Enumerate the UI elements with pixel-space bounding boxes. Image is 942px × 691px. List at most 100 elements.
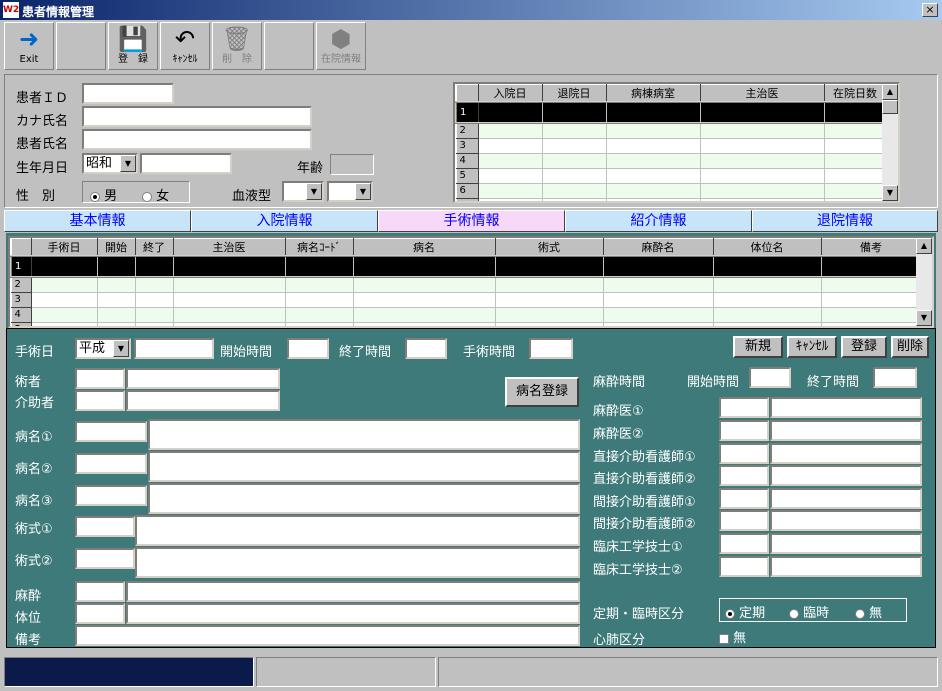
assistant-code-input[interactable] (75, 390, 125, 411)
anesthesia-name-input[interactable] (126, 581, 580, 602)
schedule-none-radio[interactable]: 無 (855, 602, 882, 621)
anesthesia-end-input[interactable] (873, 367, 917, 388)
blood-abo-select[interactable]: ▼ (282, 181, 324, 202)
surg-col-header[interactable]: 病名ｺｰﾄﾞ (284, 238, 354, 257)
admission-grid[interactable]: 入院日退院日病棟病室主治医在院日数 1 2 3 4 5 6 7 ▲▼ (453, 82, 900, 203)
tab-discharge-info[interactable]: 退院情報 (752, 210, 938, 232)
inhospital-button[interactable]: ⬢ 在院情報 (316, 22, 366, 70)
disease-register-button[interactable]: 病名登録 (505, 377, 579, 407)
table-row[interactable]: 1 (455, 101, 887, 124)
anesthesia-start-input[interactable] (749, 367, 791, 388)
surg-col-header[interactable]: 体位名 (712, 238, 822, 257)
tab-surgery-info[interactable]: 手術情報 (378, 210, 565, 232)
schedule-temporary-radio[interactable]: 臨時 (789, 602, 829, 621)
scrub-nurse1-code[interactable] (719, 443, 769, 464)
end-time-input[interactable] (405, 338, 447, 359)
era-select[interactable]: 昭和 ▼ (82, 153, 138, 174)
table-row[interactable]: 2 (10, 276, 922, 293)
surgery-era-select[interactable]: 平成 ▼ (75, 338, 131, 359)
disease3-name-input[interactable] (148, 483, 580, 514)
disease1-name-input[interactable] (148, 419, 580, 450)
close-button[interactable]: × (922, 3, 938, 17)
surgery-scrollbar[interactable]: ▲ ▼ (916, 238, 932, 326)
disease1-code-input[interactable] (75, 421, 147, 442)
form-cancel-button[interactable]: ｷｬﾝｾﾙ (787, 336, 837, 358)
anesthesia-code-input[interactable] (75, 581, 125, 602)
surg-col-header[interactable]: 開始 (96, 238, 136, 257)
admit-col-header[interactable]: 病棟病室 (605, 84, 701, 103)
table-row[interactable]: 4 (10, 306, 922, 323)
register-button[interactable]: 登録 (841, 336, 887, 358)
disease3-code-input[interactable] (75, 485, 147, 506)
clinical-engineer2-name[interactable] (770, 556, 922, 577)
surg-col-header[interactable]: 病名 (352, 238, 496, 257)
surgeon-name-input[interactable] (126, 368, 280, 389)
posture-code-input[interactable] (75, 603, 125, 624)
circulating-nurse1-code[interactable] (719, 488, 769, 509)
procedure2-code-input[interactable] (75, 548, 135, 569)
tab-referral-info[interactable]: 紹介情報 (565, 210, 752, 232)
cancel-button[interactable]: ↶ ｷｬﾝｾﾙ (160, 22, 210, 70)
scroll-down-icon[interactable]: ▼ (916, 310, 932, 326)
circulating-nurse1-name[interactable] (770, 488, 922, 509)
delete-button[interactable]: 🗑 削 除 (212, 22, 262, 70)
anesthesiologist2-code[interactable] (719, 420, 769, 441)
blood-rh-select[interactable]: ▼ (327, 181, 373, 202)
clinical-engineer1-code[interactable] (719, 533, 769, 554)
disease2-name-input[interactable] (148, 451, 580, 482)
surgery-date-input[interactable] (134, 338, 214, 359)
surg-col-header[interactable]: 終了 (134, 238, 174, 257)
posture-name-input[interactable] (126, 603, 580, 624)
scrub-nurse2-name[interactable] (770, 465, 922, 486)
surg-col-header[interactable]: 手術日 (30, 238, 98, 257)
exit-button[interactable]: ➜ Exit (4, 22, 54, 70)
circulating-nurse2-name[interactable] (770, 510, 922, 531)
birthdate-input[interactable] (140, 153, 232, 174)
start-time-input[interactable] (287, 338, 329, 359)
admit-col-header[interactable]: 在院日数 (823, 84, 887, 103)
save-button[interactable]: 💾 登 録 (108, 22, 158, 70)
schedule-regular-radio[interactable]: 定期 (725, 602, 765, 621)
tab-basic-info[interactable]: 基本情報 (4, 210, 191, 232)
circulating-nurse2-code[interactable] (719, 510, 769, 531)
table-row[interactable]: 3 (455, 137, 887, 154)
patient-name-input[interactable] (82, 129, 312, 150)
duration-input[interactable] (529, 338, 573, 359)
surg-col-header[interactable]: 備考 (820, 238, 922, 257)
admission-scrollbar[interactable]: ▲ ▼ (882, 84, 898, 201)
clinical-engineer2-code[interactable] (719, 556, 769, 577)
form-delete-button[interactable]: 削除 (891, 336, 929, 358)
surg-col-header[interactable]: 主治医 (172, 238, 286, 257)
procedure2-name-input[interactable] (135, 547, 580, 578)
table-row[interactable]: 2 (455, 122, 887, 139)
surgeon-code-input[interactable] (75, 368, 125, 389)
anesthesiologist1-name[interactable] (770, 397, 922, 418)
admit-col-header[interactable]: 主治医 (699, 84, 825, 103)
surg-col-header[interactable]: 麻酔名 (602, 238, 714, 257)
clinical-engineer1-name[interactable] (770, 533, 922, 554)
sex-female-radio[interactable]: 女 (142, 185, 169, 204)
table-row[interactable]: 3 (10, 291, 922, 308)
sex-male-radio[interactable]: 男 (90, 185, 117, 204)
tab-admission-info[interactable]: 入院情報 (191, 210, 378, 232)
admit-col-header[interactable]: 入院日 (477, 84, 543, 103)
assistant-name-input[interactable] (126, 390, 280, 411)
patient-id-input[interactable] (82, 83, 174, 104)
table-row[interactable]: 5 (455, 167, 887, 184)
new-button[interactable]: 新規 (733, 336, 783, 358)
remarks-input[interactable] (75, 625, 580, 646)
cardiopulmonary-none-checkbox[interactable]: 無 (719, 627, 746, 646)
surg-col-header[interactable]: 術式 (494, 238, 604, 257)
table-row[interactable]: 7 (455, 197, 887, 201)
scroll-thumb[interactable] (882, 100, 898, 114)
table-row[interactable]: 1 (10, 255, 922, 278)
scroll-up-icon[interactable]: ▲ (916, 238, 932, 254)
admit-col-header[interactable]: 退院日 (541, 84, 607, 103)
kana-name-input[interactable] (82, 106, 312, 127)
anesthesiologist1-code[interactable] (719, 397, 769, 418)
scroll-down-icon[interactable]: ▼ (882, 185, 898, 201)
scroll-up-icon[interactable]: ▲ (882, 84, 898, 100)
table-row[interactable]: 4 (455, 152, 887, 169)
surgery-grid[interactable]: 手術日開始終了主治医病名ｺｰﾄﾞ病名術式麻酔名体位名備考 1 2 3 4 5 ▲… (8, 236, 934, 328)
scrub-nurse1-name[interactable] (770, 443, 922, 464)
